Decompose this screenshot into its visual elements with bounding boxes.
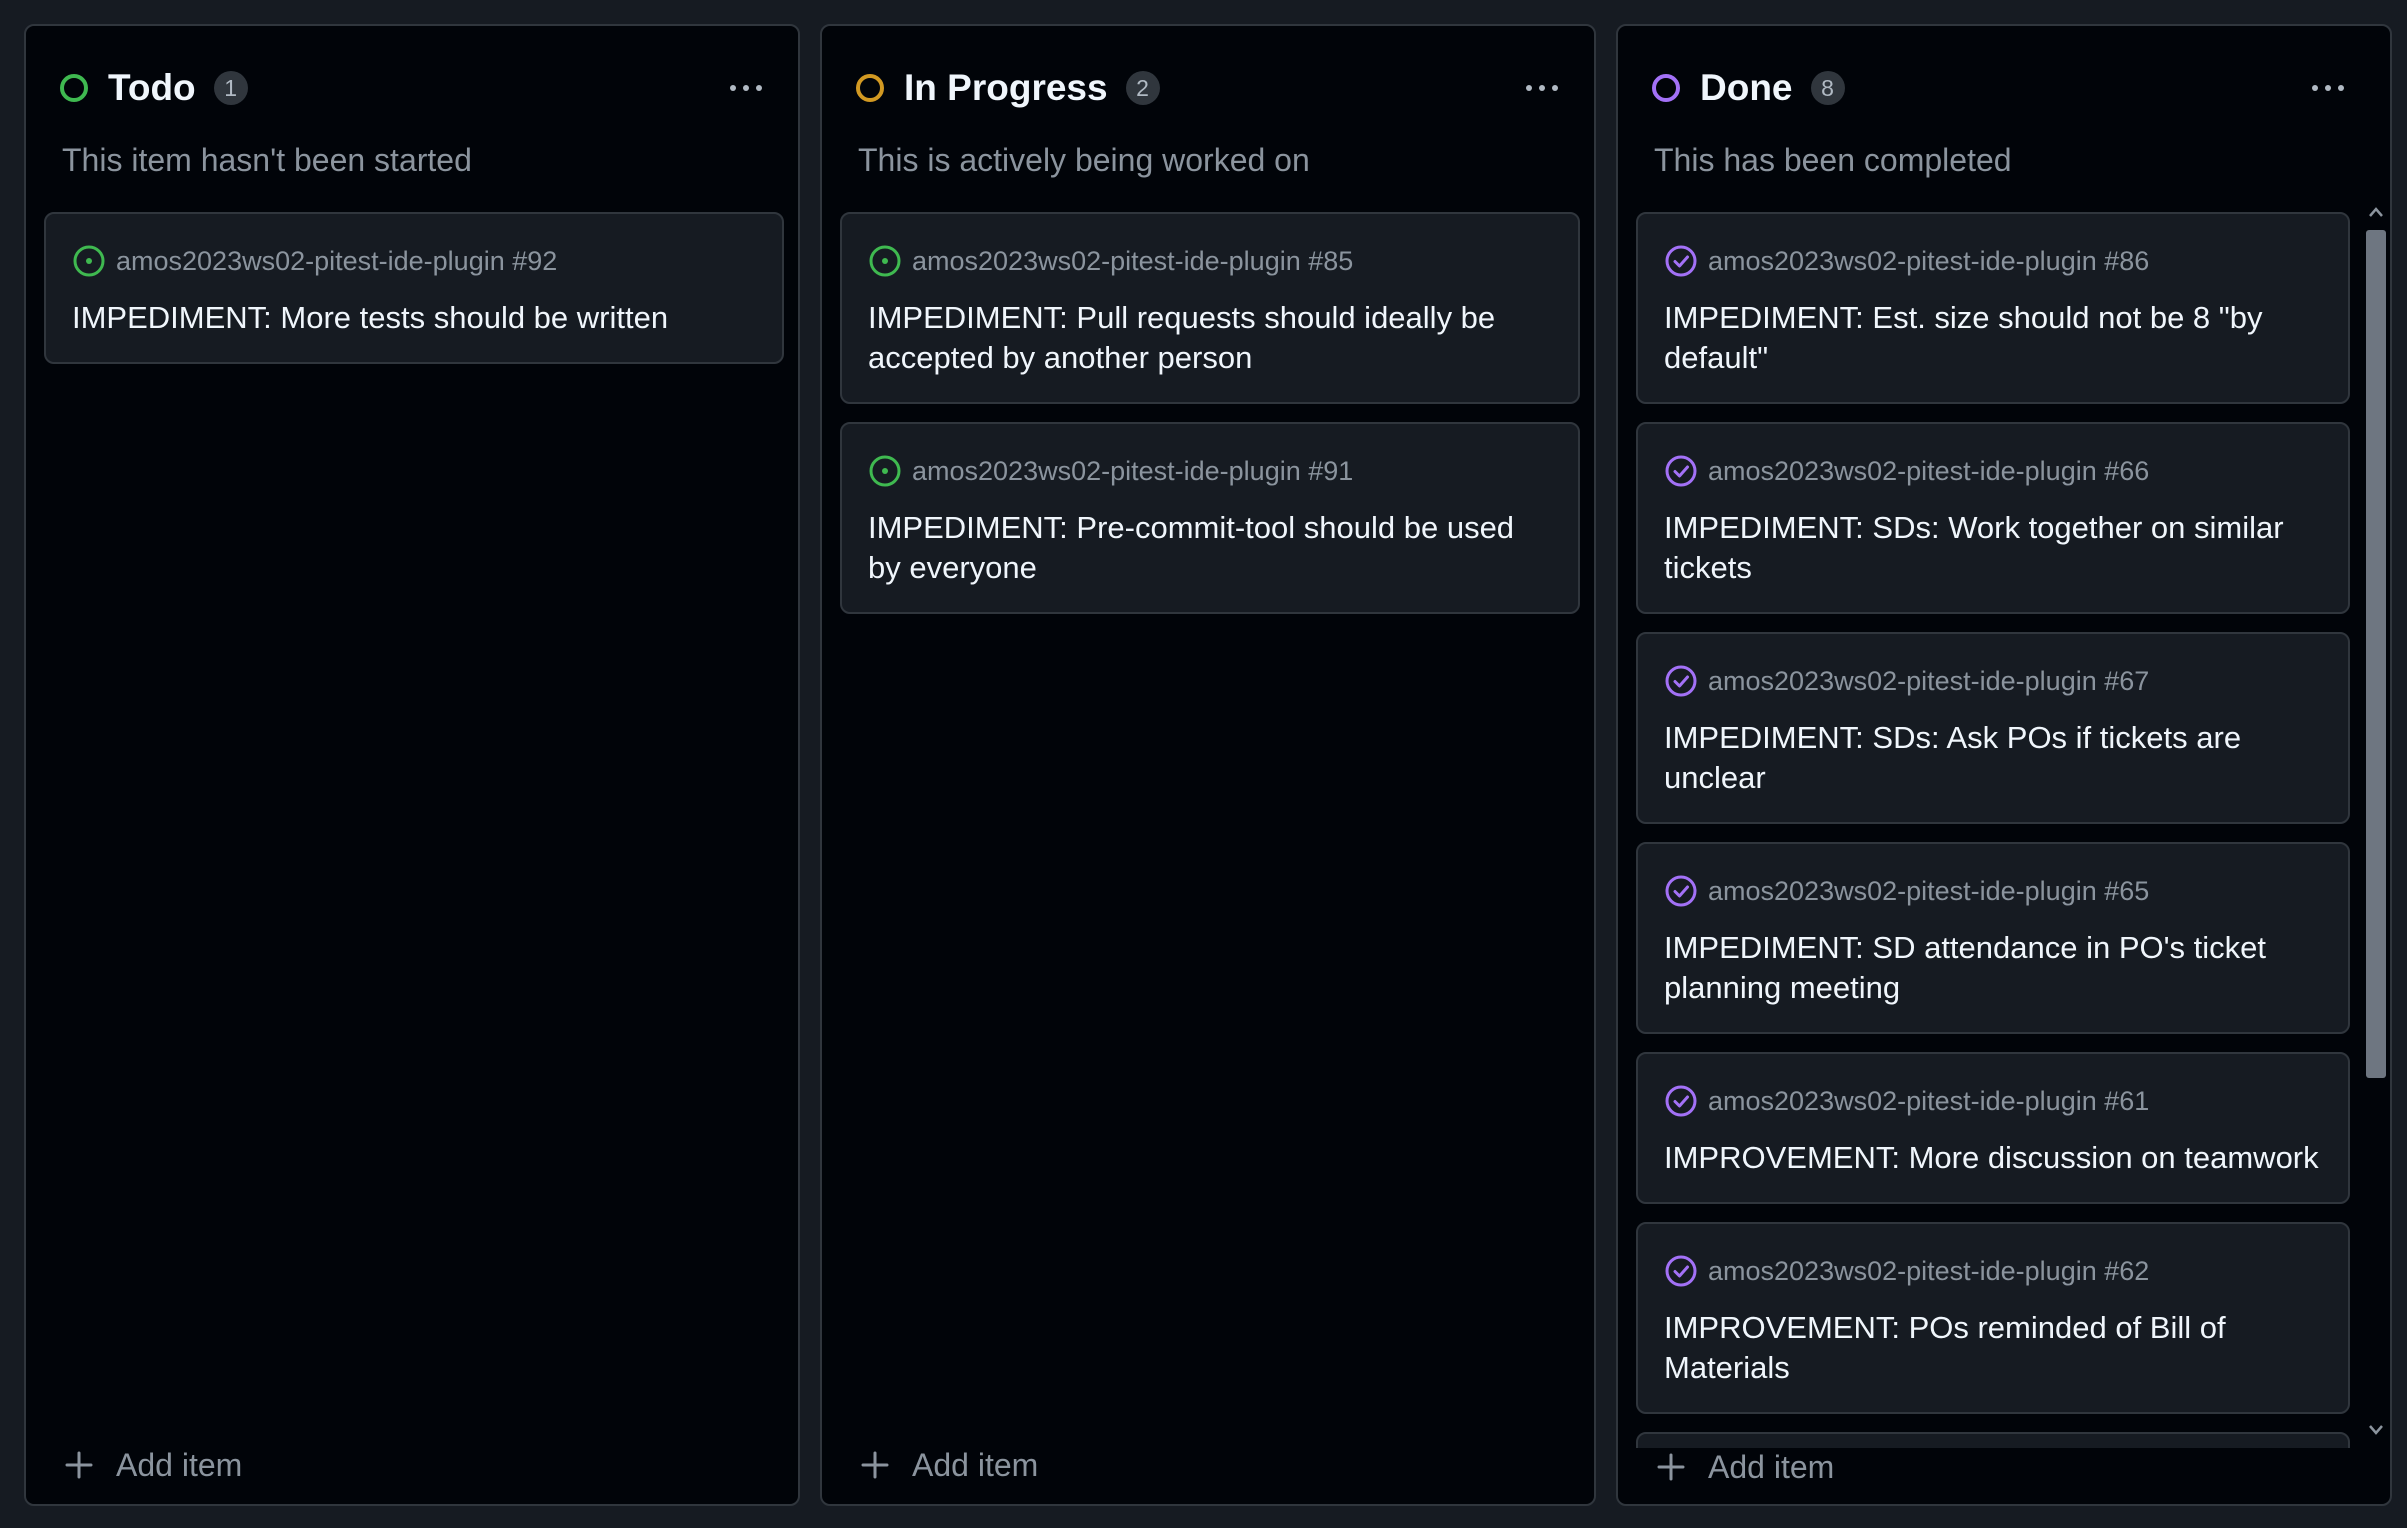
card-title[interactable]: IMPEDIMENT: SDs: Ask POs if tickets are …: [1664, 718, 2322, 798]
card-title[interactable]: IMPEDIMENT: SD attendance in PO's ticket…: [1664, 928, 2322, 1008]
vertical-scrollbar[interactable]: [2360, 202, 2390, 1452]
card-repo-reference[interactable]: amos2023ws02-pitest-ide-plugin #61: [1708, 1086, 2149, 1117]
plus-icon: [861, 1451, 889, 1479]
card-repo-reference[interactable]: amos2023ws02-pitest-ide-plugin #65: [1708, 876, 2149, 907]
more-dot-icon: [730, 85, 736, 91]
more-dot-icon: [743, 85, 749, 91]
issue-opened-icon: [869, 455, 901, 487]
column-more-options-button[interactable]: [1512, 70, 1572, 106]
card-title[interactable]: IMPEDIMENT: Pre-commit-tool should be us…: [868, 508, 1552, 588]
card-list: amos2023ws02-pitest-ide-plugin #92 IMPED…: [44, 212, 784, 1432]
column-description: This is actively being worked on: [858, 142, 1310, 178]
issue-closed-icon: [1665, 245, 1697, 277]
issue-card[interactable]: amos2023ws02-pitest-ide-plugin #85 IMPED…: [840, 212, 1580, 404]
issue-card[interactable]: amos2023ws02-pitest-ide-plugin #62 IMPRO…: [1636, 1222, 2350, 1414]
issue-opened-icon: [73, 245, 105, 277]
column-done: Done 8 This has been completed amos2023w…: [1616, 24, 2392, 1506]
issue-closed-icon: [1665, 875, 1697, 907]
card-meta: amos2023ws02-pitest-ide-plugin #85: [868, 244, 1552, 278]
item-count-badge: 1: [213, 71, 248, 105]
more-dot-icon: [1552, 85, 1558, 91]
card-meta: amos2023ws02-pitest-ide-plugin #91: [868, 454, 1552, 488]
column-header: In Progress 2: [856, 60, 1160, 116]
more-dot-icon: [756, 85, 762, 91]
scrollbar-thumb[interactable]: [2366, 230, 2386, 1078]
card-repo-reference[interactable]: amos2023ws02-pitest-ide-plugin #92: [116, 246, 557, 277]
column-more-options-button[interactable]: [716, 70, 776, 106]
card-repo-reference[interactable]: amos2023ws02-pitest-ide-plugin #91: [912, 456, 1353, 487]
issue-card[interactable]: amos2023ws02-pitest-ide-plugin #61 IMPRO…: [1636, 1052, 2350, 1204]
card-title[interactable]: IMPEDIMENT: Pull requests should ideally…: [868, 298, 1552, 378]
card-meta: amos2023ws02-pitest-ide-plugin #67: [1664, 664, 2322, 698]
column-header: Done 8: [1652, 60, 1845, 116]
item-count-badge: 2: [1125, 71, 1160, 105]
more-dot-icon: [2312, 85, 2318, 91]
column-todo: Todo 1 This item hasn't been started amo…: [24, 24, 800, 1506]
card-meta: amos2023ws02-pitest-ide-plugin #92: [72, 244, 756, 278]
circle-outline-green-icon: [60, 74, 88, 102]
issue-closed-icon: [1665, 455, 1697, 487]
card-meta: amos2023ws02-pitest-ide-plugin #86: [1664, 244, 2322, 278]
scroll-up-arrow-icon[interactable]: [2368, 206, 2384, 218]
issue-card[interactable]: amos2023ws02-pitest-ide-plugin #67 IMPED…: [1636, 632, 2350, 824]
plus-icon: [1657, 1453, 1685, 1481]
card-title[interactable]: IMPEDIMENT: SDs: Work together on simila…: [1664, 508, 2322, 588]
card-list: amos2023ws02-pitest-ide-plugin #86 IMPED…: [1636, 212, 2350, 1448]
issue-closed-icon: [1665, 665, 1697, 697]
column-title: In Progress: [904, 67, 1108, 108]
issue-closed-icon: [1665, 1085, 1697, 1117]
card-meta: amos2023ws02-pitest-ide-plugin #65: [1664, 874, 2322, 908]
more-dot-icon: [2338, 85, 2344, 91]
scroll-down-arrow-icon[interactable]: [2368, 1424, 2384, 1436]
card-meta: amos2023ws02-pitest-ide-plugin #66: [1664, 454, 2322, 488]
card-repo-reference[interactable]: amos2023ws02-pitest-ide-plugin #67: [1708, 666, 2149, 697]
add-item-label: Add item: [1708, 1448, 1835, 1485]
card-repo-reference[interactable]: amos2023ws02-pitest-ide-plugin #85: [912, 246, 1353, 277]
card-meta: amos2023ws02-pitest-ide-plugin #62: [1664, 1254, 2322, 1288]
card-repo-reference[interactable]: amos2023ws02-pitest-ide-plugin #66: [1708, 456, 2149, 487]
card-title[interactable]: IMPEDIMENT: Est. size should not be 8 "b…: [1664, 298, 2322, 378]
project-board: Todo 1 This item hasn't been started amo…: [0, 0, 2407, 1528]
issue-card[interactable]: amos2023ws02-pitest-ide-plugin #65 IMPED…: [1636, 842, 2350, 1034]
add-item-button[interactable]: Add item: [860, 1440, 1038, 1490]
issue-card[interactable]: amos2023ws02-pitest-ide-plugin #91 IMPED…: [840, 422, 1580, 614]
issue-opened-icon: [869, 245, 901, 277]
column-header: Todo 1: [60, 60, 248, 116]
column-in-progress: In Progress 2 This is actively being wor…: [820, 24, 1596, 1506]
more-dot-icon: [2325, 85, 2331, 91]
column-more-options-button[interactable]: [2298, 70, 2358, 106]
circle-outline-purple-icon: [1652, 74, 1680, 102]
column-description: This has been completed: [1654, 142, 2012, 178]
card-repo-reference[interactable]: amos2023ws02-pitest-ide-plugin #62: [1708, 1256, 2149, 1287]
column-title: Done: [1700, 67, 1793, 108]
issue-card[interactable]: amos2023ws02-pitest-ide-plugin #86 IMPED…: [1636, 212, 2350, 404]
add-item-label: Add item: [912, 1446, 1039, 1483]
card-title[interactable]: IMPEDIMENT: More tests should be written: [72, 298, 756, 338]
more-dot-icon: [1526, 85, 1532, 91]
column-title: Todo: [108, 67, 196, 108]
issue-card[interactable]: amos2023ws02-pitest-ide-plugin #92 IMPED…: [44, 212, 784, 364]
card-title[interactable]: IMPROVEMENT: More discussion on teamwork: [1664, 1138, 2322, 1178]
add-item-label: Add item: [116, 1446, 243, 1483]
card-repo-reference[interactable]: amos2023ws02-pitest-ide-plugin #86: [1708, 246, 2149, 277]
more-dot-icon: [1539, 85, 1545, 91]
add-item-button[interactable]: Add item: [1656, 1442, 1834, 1492]
issue-closed-icon: [1665, 1255, 1697, 1287]
column-description: This item hasn't been started: [62, 142, 472, 178]
add-item-button[interactable]: Add item: [64, 1440, 242, 1490]
circle-outline-orange-icon: [856, 74, 884, 102]
issue-card[interactable]: amos2023ws02-pitest-ide-plugin #66 IMPED…: [1636, 422, 2350, 614]
card-list: amos2023ws02-pitest-ide-plugin #85 IMPED…: [840, 212, 1580, 1432]
plus-icon: [65, 1451, 93, 1479]
card-meta: amos2023ws02-pitest-ide-plugin #61: [1664, 1084, 2322, 1118]
item-count-badge: 8: [1810, 71, 1845, 105]
card-title[interactable]: IMPROVEMENT: POs reminded of Bill of Mat…: [1664, 1308, 2322, 1388]
